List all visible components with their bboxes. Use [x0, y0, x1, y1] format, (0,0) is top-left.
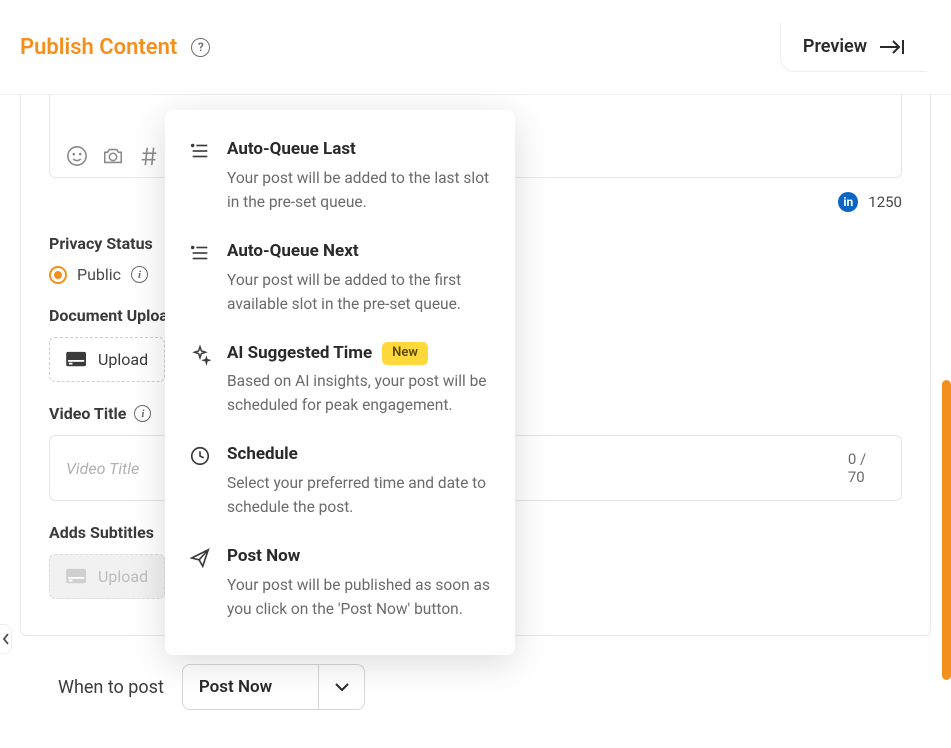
video-char-count: 0 / 70: [848, 450, 885, 486]
menu-item-body: Auto-Queue Last Your post will be added …: [227, 138, 491, 214]
privacy-label: Privacy Status: [49, 234, 153, 253]
public-radio-label: Public: [77, 265, 121, 284]
info-icon[interactable]: i: [131, 266, 148, 283]
when-to-post-value: Post Now: [183, 665, 318, 709]
char-counter: 1250: [868, 193, 902, 211]
emoji-icon[interactable]: [66, 145, 88, 167]
menu-item-title: Auto-Queue Next: [227, 240, 359, 264]
menu-item-post-now[interactable]: Post Now Your post will be published as …: [169, 535, 511, 637]
arrow-right-icon: [879, 38, 905, 56]
menu-item-desc: Based on AI insights, your post will be …: [227, 369, 491, 417]
queue-icon: [189, 140, 211, 214]
info-icon[interactable]: i: [134, 405, 151, 422]
page-title-row: Publish Content ?: [20, 35, 210, 60]
menu-item-body: Auto-Queue Next Your post will be added …: [227, 240, 491, 316]
menu-item-body: Post Now Your post will be published as …: [227, 545, 491, 621]
when-to-post-label: When to post: [58, 677, 164, 698]
menu-item-title: Schedule: [227, 443, 298, 467]
upload-icon: [66, 351, 88, 369]
page-header: Publish Content ? Preview: [0, 0, 951, 95]
subtitles-upload-button: Upload: [49, 554, 165, 599]
preview-button[interactable]: Preview: [780, 22, 927, 72]
when-to-post-select[interactable]: Post Now: [182, 664, 365, 710]
menu-item-ai-suggested[interactable]: AI Suggested Time New Based on AI insigh…: [169, 332, 511, 434]
collapse-panel-toggle[interactable]: [0, 624, 12, 654]
doc-upload-label: Document Upload: [49, 306, 177, 325]
subtitles-label: Adds Subtitles: [49, 523, 154, 542]
menu-item-desc: Your post will be added to the first ava…: [227, 268, 491, 316]
menu-item-title: Auto-Queue Last: [227, 138, 356, 162]
chevron-down-icon[interactable]: [318, 665, 364, 709]
menu-item-desc: Select your preferred time and date to s…: [227, 471, 491, 519]
menu-item-desc: Your post will be added to the last slot…: [227, 166, 491, 214]
menu-item-body: AI Suggested Time New Based on AI insigh…: [227, 342, 491, 418]
subtitles-upload-button-label: Upload: [98, 567, 148, 586]
new-badge: New: [382, 342, 428, 364]
hashtag-icon[interactable]: [138, 145, 160, 167]
linkedin-badge-icon: in: [838, 192, 858, 212]
help-icon[interactable]: ?: [191, 38, 210, 57]
menu-item-auto-queue-next[interactable]: Auto-Queue Next Your post will be added …: [169, 230, 511, 332]
preview-label: Preview: [803, 36, 867, 57]
page-title: Publish Content: [20, 35, 177, 60]
menu-item-title: AI Suggested Time: [227, 342, 372, 366]
clock-icon: [189, 445, 211, 519]
scrollbar-thumb[interactable]: [942, 380, 951, 680]
public-radio[interactable]: [49, 266, 67, 284]
video-title-label: Video Title: [49, 404, 126, 423]
sparkle-icon: [189, 344, 211, 418]
queue-icon: [189, 242, 211, 316]
upload-icon: [66, 568, 88, 586]
camera-icon[interactable]: [102, 145, 124, 167]
menu-item-auto-queue-last[interactable]: Auto-Queue Last Your post will be added …: [169, 128, 511, 230]
send-icon: [189, 547, 211, 621]
doc-upload-button[interactable]: Upload: [49, 337, 165, 382]
schedule-menu-popover: Auto-Queue Last Your post will be added …: [165, 110, 515, 655]
doc-upload-button-label: Upload: [98, 350, 148, 369]
menu-item-body: Schedule Select your preferred time and …: [227, 443, 491, 519]
menu-item-desc: Your post will be published as soon as y…: [227, 573, 491, 621]
menu-item-schedule[interactable]: Schedule Select your preferred time and …: [169, 433, 511, 535]
menu-item-title: Post Now: [227, 545, 300, 569]
